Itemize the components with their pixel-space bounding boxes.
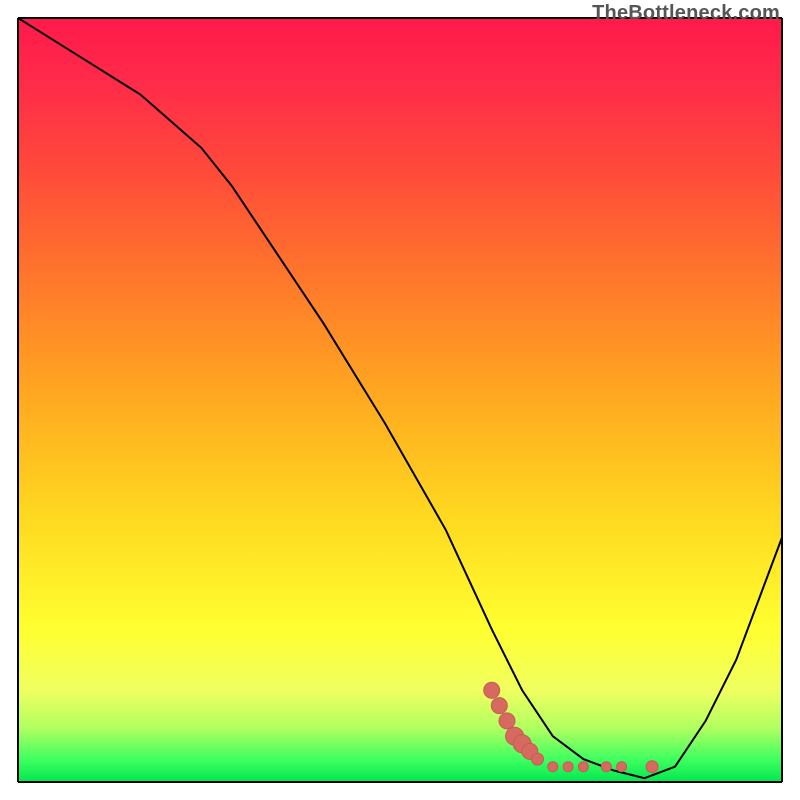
- axis-right: [781, 18, 783, 782]
- axis-bottom: [18, 781, 782, 783]
- axis-left: [17, 18, 19, 782]
- chart-background: [18, 18, 782, 782]
- watermark-text: TheBottleneck.com: [592, 2, 780, 25]
